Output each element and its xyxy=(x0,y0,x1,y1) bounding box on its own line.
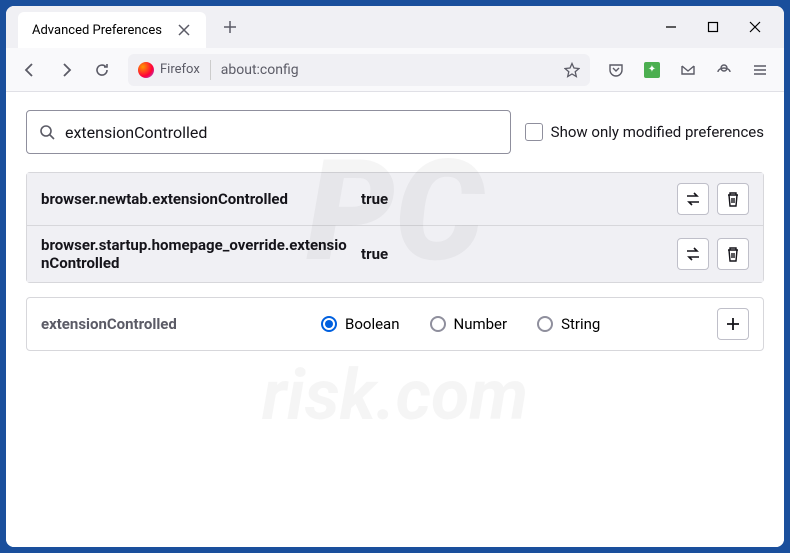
radio-icon xyxy=(430,316,446,332)
firefox-logo-icon xyxy=(138,62,154,78)
close-window-button[interactable] xyxy=(734,12,776,42)
pref-value: true xyxy=(361,190,677,208)
radio-string[interactable]: String xyxy=(537,315,600,333)
radio-boolean[interactable]: Boolean xyxy=(321,315,400,333)
preferences-table: browser.newtab.extensionControlled true … xyxy=(26,172,764,283)
titlebar: Advanced Preferences xyxy=(6,6,784,48)
toggle-button[interactable] xyxy=(677,238,709,270)
pocket-icon[interactable] xyxy=(600,54,632,86)
forward-button[interactable] xyxy=(50,54,82,86)
search-input[interactable] xyxy=(65,123,498,142)
toggle-button[interactable] xyxy=(677,183,709,215)
tab-title: Advanced Preferences xyxy=(32,23,162,38)
maximize-button[interactable] xyxy=(692,12,734,42)
delete-button[interactable] xyxy=(717,238,749,270)
pref-name: browser.newtab.extensionControlled xyxy=(41,190,361,208)
identity-label: Firefox xyxy=(160,62,200,77)
nav-toolbar: Firefox about:config ✦ xyxy=(6,48,784,92)
content-area: Show only modified preferences browser.n… xyxy=(6,92,784,547)
radio-label-text: Boolean xyxy=(345,315,400,333)
account-icon[interactable] xyxy=(708,54,740,86)
modified-only-checkbox[interactable]: Show only modified preferences xyxy=(525,123,764,141)
menu-button[interactable] xyxy=(744,54,776,86)
identity-box[interactable]: Firefox xyxy=(138,62,200,78)
urlbar-separator xyxy=(210,60,211,80)
minimize-button[interactable] xyxy=(650,12,692,42)
radio-number[interactable]: Number xyxy=(430,315,508,333)
search-box[interactable] xyxy=(26,110,511,154)
radio-label-text: Number xyxy=(454,315,508,333)
modified-only-label: Show only modified preferences xyxy=(551,123,764,141)
checkbox-icon xyxy=(525,123,543,141)
radio-icon xyxy=(321,316,337,332)
url-bar[interactable]: Firefox about:config xyxy=(128,54,590,86)
new-tab-button[interactable] xyxy=(216,13,244,41)
type-radio-group: Boolean Number String xyxy=(321,315,717,333)
radio-label-text: String xyxy=(561,315,600,333)
bookmark-star-icon[interactable] xyxy=(564,62,580,78)
search-icon xyxy=(39,124,55,140)
browser-window: Advanced Preferences xyxy=(6,6,784,547)
create-pref-name: extensionControlled xyxy=(41,315,321,333)
pref-value: true xyxy=(361,245,677,263)
extension-icon[interactable]: ✦ xyxy=(636,54,668,86)
back-button[interactable] xyxy=(14,54,46,86)
radio-icon xyxy=(537,316,553,332)
search-row: Show only modified preferences xyxy=(26,110,764,154)
pref-row: browser.startup.homepage_override.extens… xyxy=(27,226,763,282)
create-pref-row: extensionControlled Boolean Number Strin… xyxy=(26,297,764,351)
inbox-icon[interactable] xyxy=(672,54,704,86)
delete-button[interactable] xyxy=(717,183,749,215)
close-tab-icon[interactable] xyxy=(176,22,192,38)
url-text: about:config xyxy=(221,62,554,78)
pref-row: browser.newtab.extensionControlled true xyxy=(27,173,763,226)
add-pref-button[interactable] xyxy=(717,308,749,340)
tab-advanced-preferences[interactable]: Advanced Preferences xyxy=(18,12,206,48)
pref-name: browser.startup.homepage_override.extens… xyxy=(41,236,361,272)
reload-button[interactable] xyxy=(86,54,118,86)
